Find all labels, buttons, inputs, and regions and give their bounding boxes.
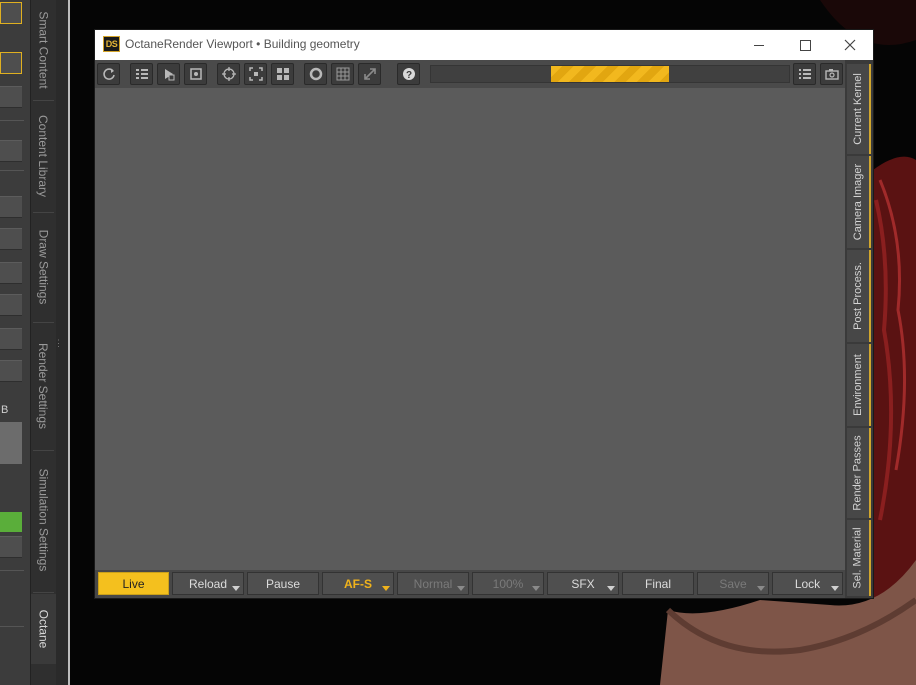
camera-icon xyxy=(824,69,839,80)
sfx-button[interactable]: SFX xyxy=(547,572,619,595)
close-icon xyxy=(844,39,856,51)
render-progress-bar xyxy=(430,65,790,83)
side-tab-current-kernel[interactable]: Current Kernel xyxy=(847,64,871,154)
refresh-icon xyxy=(102,68,115,80)
save-button[interactable]: Save xyxy=(697,572,769,595)
help-icon: ? xyxy=(402,68,415,81)
region-button[interactable] xyxy=(244,63,267,85)
scene-list-button[interactable] xyxy=(130,63,153,85)
side-tab-environment[interactable]: Environment xyxy=(847,344,871,426)
help-button[interactable]: ? xyxy=(397,63,420,85)
chevron-down-icon[interactable] xyxy=(457,586,465,591)
host-active-indicator[interactable] xyxy=(0,512,22,532)
chevron-down-icon[interactable] xyxy=(757,586,765,591)
maximize-button[interactable] xyxy=(782,30,828,60)
host-field[interactable] xyxy=(0,86,22,108)
expand-icon xyxy=(363,68,376,80)
window-title: OctaneRender Viewport • Building geometr… xyxy=(125,37,360,51)
options-list-icon xyxy=(798,69,811,79)
host-tab-draw-settings[interactable]: Draw Settings xyxy=(31,212,56,322)
host-field[interactable] xyxy=(0,360,22,382)
side-tab-render-passes[interactable]: Render Passes xyxy=(847,428,871,518)
host-tab-octane[interactable]: Octane xyxy=(31,594,56,664)
focus-pick-button[interactable] xyxy=(184,63,207,85)
host-vertical-tabs: Smart Content Content Library Draw Setti… xyxy=(30,0,57,685)
host-field[interactable] xyxy=(0,294,22,316)
chevron-down-icon[interactable] xyxy=(232,586,240,591)
splitter-handle-icon[interactable]: ⋮ xyxy=(54,338,63,349)
host-tab-smart-content[interactable]: Smart Content xyxy=(31,0,56,100)
options-list-button[interactable] xyxy=(793,63,816,85)
side-tab-strip: Current Kernel Camera Imager Post Proces… xyxy=(845,60,873,598)
svg-text:?: ? xyxy=(405,70,411,81)
circle-icon xyxy=(309,67,322,81)
app-icon: DS xyxy=(103,36,120,52)
list-icon xyxy=(135,69,148,79)
host-swatch xyxy=(0,422,22,464)
focus-pick-icon xyxy=(189,68,202,80)
pause-button[interactable]: Pause xyxy=(247,572,319,595)
host-field[interactable] xyxy=(0,52,22,74)
host-field[interactable] xyxy=(0,196,22,218)
host-tab-content-library[interactable]: Content Library xyxy=(31,100,56,212)
viewport-toolbar: ? xyxy=(95,60,845,88)
host-field[interactable] xyxy=(0,536,22,558)
crosshair-button[interactable] xyxy=(217,63,240,85)
circle-button[interactable] xyxy=(304,63,327,85)
lock-button[interactable]: Lock xyxy=(772,572,843,595)
final-button[interactable]: Final xyxy=(622,572,694,595)
host-panel-edge xyxy=(68,0,70,685)
crosshair-icon xyxy=(221,67,236,81)
expand-button[interactable] xyxy=(358,63,381,85)
title-bar[interactable]: DS OctaneRender Viewport • Building geom… xyxy=(95,30,873,60)
camera-button[interactable] xyxy=(820,63,843,85)
maximize-icon xyxy=(799,39,811,51)
host-left-panel: B xyxy=(0,0,30,685)
chevron-down-icon[interactable] xyxy=(607,586,615,591)
grid-button[interactable] xyxy=(331,63,354,85)
host-tab-simulation-settings[interactable]: Simulation Settings xyxy=(31,450,56,590)
reload-button[interactable]: Reload xyxy=(172,572,244,595)
side-tab-post-process[interactable]: Post Process. xyxy=(847,250,871,342)
chevron-down-icon[interactable] xyxy=(532,586,540,591)
tiles-icon xyxy=(276,68,289,80)
chevron-down-icon[interactable] xyxy=(382,586,390,591)
host-field[interactable] xyxy=(0,2,22,24)
zoom-button[interactable]: 100% xyxy=(472,572,544,595)
host-field-label: B xyxy=(1,404,9,416)
normal-mode-button[interactable]: Normal xyxy=(397,572,469,595)
side-tab-camera-imager[interactable]: Camera Imager xyxy=(847,156,871,248)
host-field[interactable] xyxy=(0,328,22,350)
refresh-button[interactable] xyxy=(97,63,120,85)
object-pick-icon xyxy=(164,69,174,81)
grid-icon xyxy=(336,67,349,81)
chevron-down-icon[interactable] xyxy=(831,586,839,591)
af-mode-button[interactable]: AF-S xyxy=(322,572,394,595)
close-button[interactable] xyxy=(827,30,873,60)
host-tab-render-settings[interactable]: Render Settings xyxy=(31,322,56,450)
region-icon xyxy=(248,67,263,81)
host-field[interactable] xyxy=(0,262,22,284)
object-pick-button[interactable] xyxy=(157,63,180,85)
side-tab-sel-material[interactable]: Sel. Material xyxy=(847,520,871,596)
octane-viewport-window: DS OctaneRender Viewport • Building geom… xyxy=(95,30,873,598)
render-controls-bar: Live Reload Pause AF-S Normal 100% SFX F… xyxy=(95,570,845,598)
live-button[interactable]: Live xyxy=(98,572,169,595)
host-field[interactable] xyxy=(0,228,22,250)
tiles-button[interactable] xyxy=(271,63,294,85)
render-viewport[interactable] xyxy=(95,88,845,570)
host-field[interactable] xyxy=(0,140,22,162)
render-progress-fill xyxy=(551,66,669,82)
minimize-icon xyxy=(754,44,764,46)
minimize-button[interactable] xyxy=(736,30,782,60)
